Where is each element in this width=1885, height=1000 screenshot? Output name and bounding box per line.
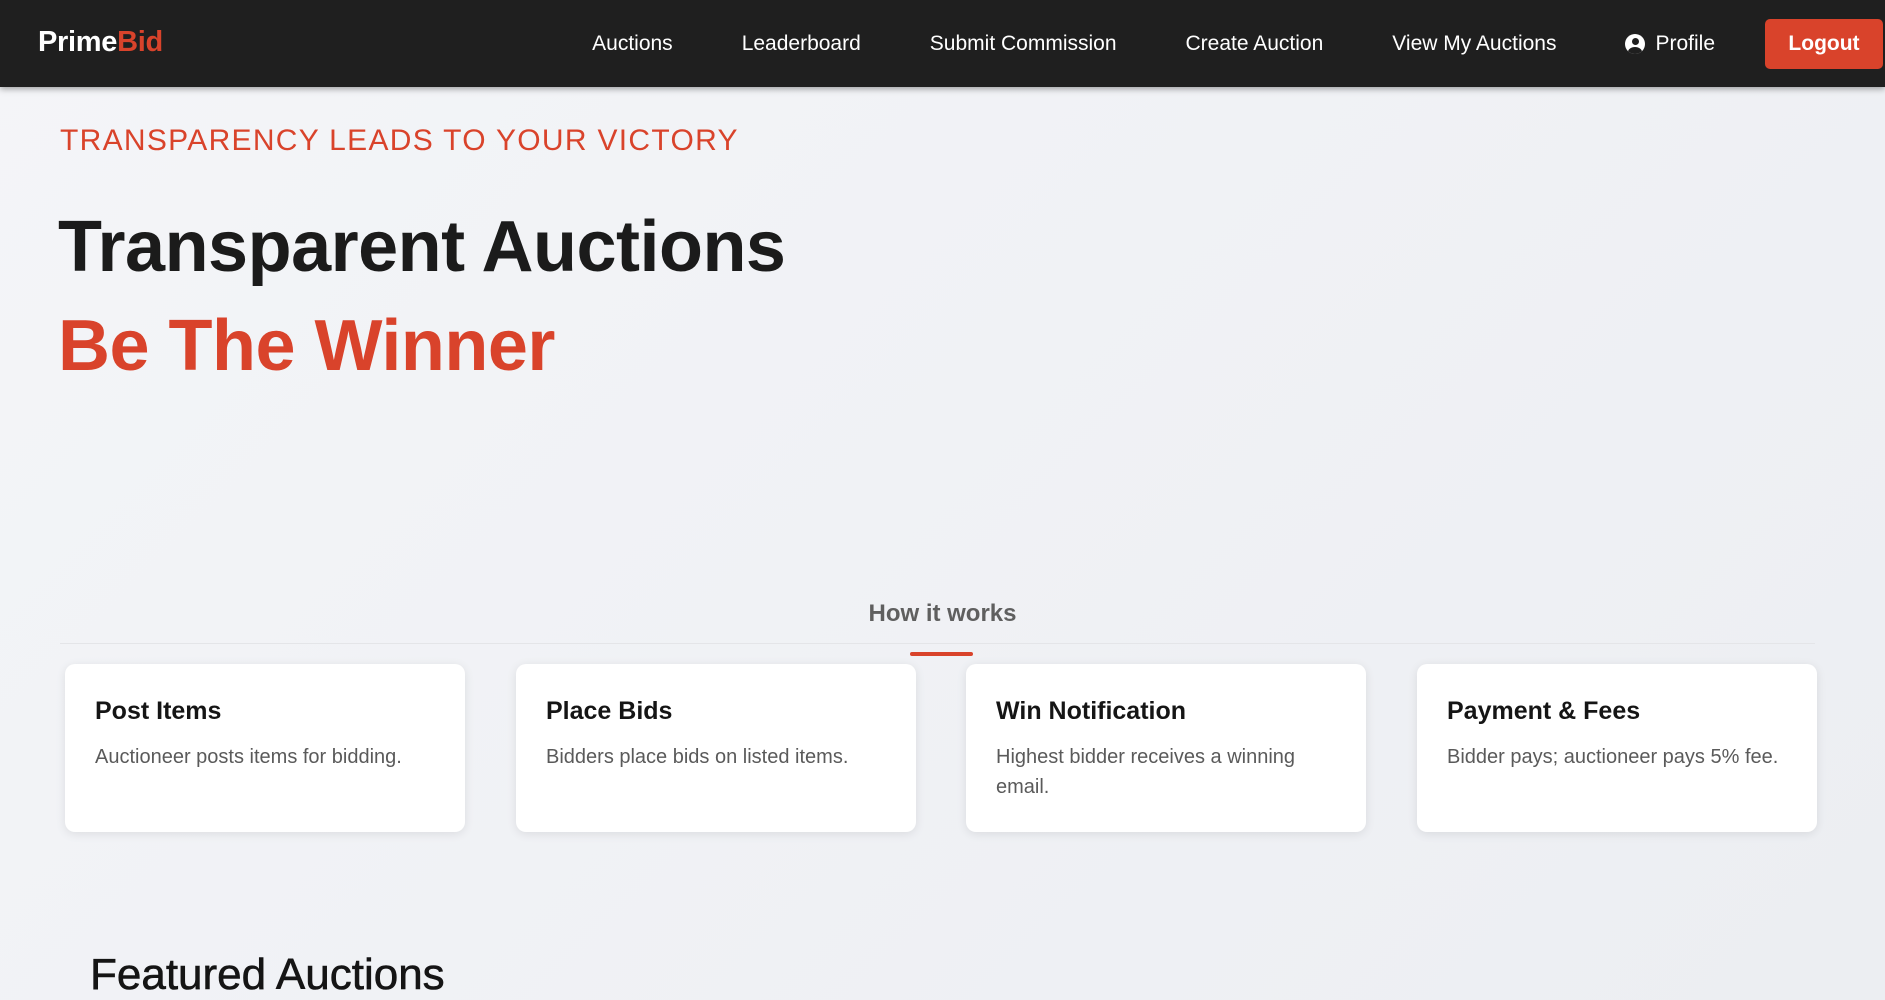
heading-underline-accent	[910, 652, 973, 656]
step-card-title: Post Items	[95, 697, 222, 725]
step-card-title: Place Bids	[546, 697, 673, 725]
step-card-win-notification: Win Notification Highest bidder receives…	[966, 664, 1366, 832]
nav-link-create-auction[interactable]: Create Auction	[1186, 32, 1324, 56]
step-card-text: Bidder pays; auctioneer pays 5% fee.	[1447, 746, 1779, 768]
step-card-text: Auctioneer posts items for bidding.	[95, 746, 402, 768]
hero-title: Transparent Auctions	[58, 207, 786, 287]
step-card-place-bids: Place Bids Bidders place bids on listed …	[516, 664, 916, 832]
nav-link-submit-commission[interactable]: Submit Commission	[930, 32, 1117, 56]
featured-auctions-heading: Featured Auctions	[90, 950, 445, 1000]
user-circle-icon	[1625, 33, 1646, 54]
logout-button[interactable]: Logout	[1765, 18, 1883, 69]
step-card-payment-fees: Payment & Fees Bidder pays; auctioneer p…	[1417, 664, 1817, 832]
nav-link-leaderboard[interactable]: Leaderboard	[742, 32, 861, 56]
hero-tagline: TRANSPARENCY LEADS TO YOUR VICTORY	[60, 124, 739, 157]
hero-subtitle: Be The Winner	[58, 306, 555, 386]
nav-link-profile-label: Profile	[1655, 31, 1715, 55]
step-card-text: Highest bidder receives a winning email.	[996, 746, 1296, 798]
brand-name-primary: Prime	[38, 26, 118, 58]
section-divider	[60, 643, 1815, 644]
top-navbar: PrimeBid Auctions Leaderboard Submit Com…	[0, 0, 1885, 87]
brand-name-accent: Bid	[117, 26, 163, 58]
nav-links: Auctions Leaderboard Submit Commission C…	[592, 0, 1885, 87]
nav-link-view-my-auctions[interactable]: View My Auctions	[1392, 32, 1556, 56]
step-card-title: Payment & Fees	[1447, 697, 1641, 725]
step-card-title: Win Notification	[996, 697, 1187, 725]
how-it-works-heading: How it works	[868, 600, 1017, 627]
nav-link-profile[interactable]: Profile	[1625, 32, 1715, 56]
step-card-text: Bidders place bids on listed items.	[546, 746, 849, 768]
brand-logo[interactable]: PrimeBid	[38, 26, 163, 59]
step-card-post-items: Post Items Auctioneer posts items for bi…	[65, 664, 465, 832]
nav-link-auctions[interactable]: Auctions	[592, 32, 673, 56]
